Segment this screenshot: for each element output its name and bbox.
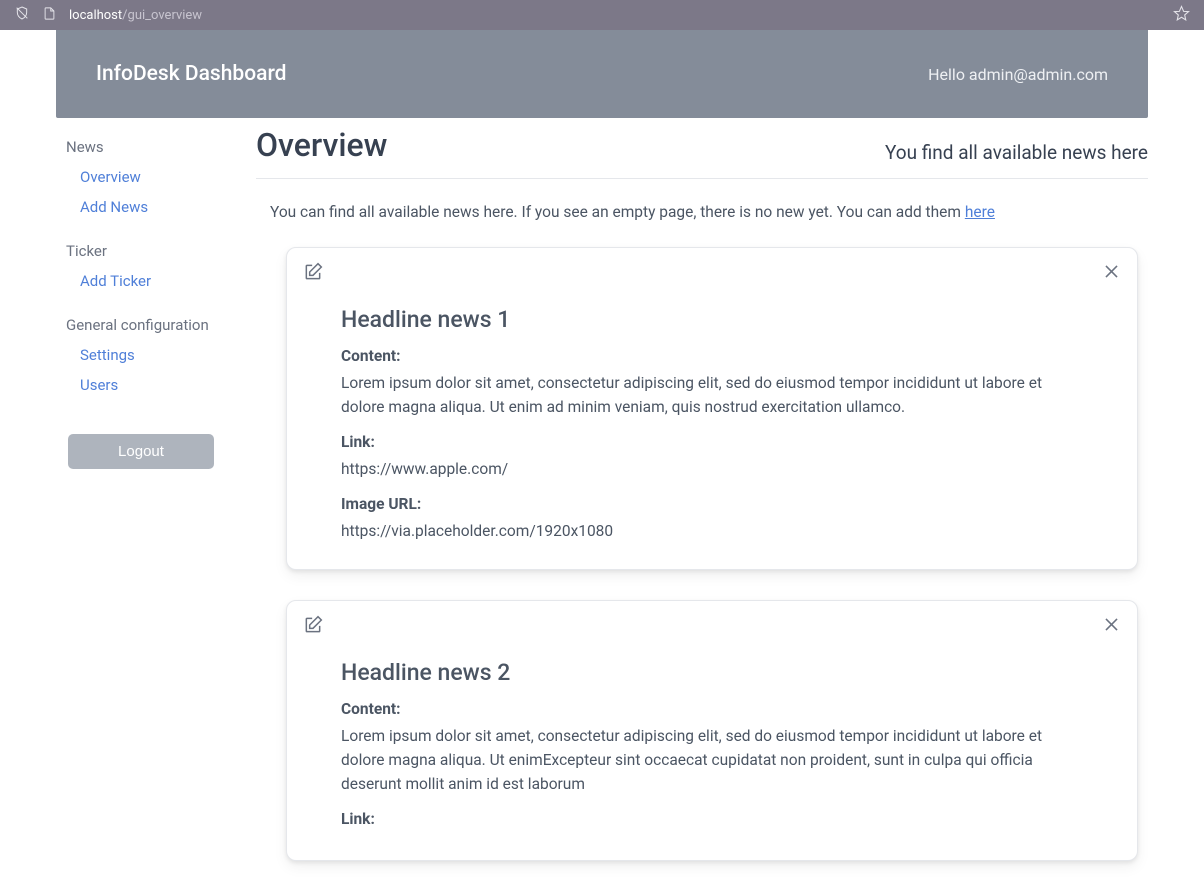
url-text[interactable]: localhost/gui_overview: [69, 8, 202, 23]
close-icon[interactable]: [1102, 615, 1121, 638]
sidebar-group-general: General configuration: [66, 316, 246, 334]
url-host: localhost: [69, 8, 122, 23]
news-content: Lorem ipsum dolor sit amet, consectetur …: [341, 371, 1083, 419]
intro-text: You can find all available news here. If…: [270, 203, 1148, 221]
page-icon: [42, 6, 57, 25]
close-icon[interactable]: [1102, 262, 1121, 285]
news-image-url: https://via.placeholder.com/1920x1080: [341, 519, 1083, 543]
label-link: Link:: [341, 433, 1083, 451]
label-content: Content:: [341, 700, 1083, 718]
user-greeting: Hello admin@admin.com: [928, 65, 1108, 84]
page-title: Overview: [256, 126, 387, 164]
news-card: Headline news 2 Content: Lorem ipsum dol…: [286, 600, 1138, 861]
page-subtitle: You find all available news here: [885, 141, 1148, 164]
bookmark-star-icon[interactable]: [1173, 5, 1190, 26]
browser-address-bar: localhost/gui_overview: [0, 0, 1204, 30]
app-title: InfoDesk Dashboard: [96, 62, 287, 86]
intro-here-link[interactable]: here: [965, 203, 995, 221]
sidebar-item-overview[interactable]: Overview: [80, 162, 246, 192]
sidebar-group-ticker: Ticker: [66, 242, 246, 260]
shield-off-icon: [14, 5, 30, 25]
news-headline: Headline news 1: [341, 306, 1083, 333]
news-headline: Headline news 2: [341, 659, 1083, 686]
sidebar-item-add-ticker[interactable]: Add Ticker: [80, 266, 246, 296]
label-content: Content:: [341, 347, 1083, 365]
sidebar-item-settings[interactable]: Settings: [80, 340, 246, 370]
edit-icon[interactable]: [303, 262, 323, 286]
edit-icon[interactable]: [303, 615, 323, 639]
sidebar-group-news: News: [66, 138, 246, 156]
url-path: /gui_overview: [122, 8, 202, 23]
label-image-url: Image URL:: [341, 495, 1083, 513]
app-header: InfoDesk Dashboard Hello admin@admin.com: [56, 30, 1148, 118]
news-content: Lorem ipsum dolor sit amet, consectetur …: [341, 724, 1083, 796]
sidebar-item-users[interactable]: Users: [80, 370, 246, 400]
intro-prefix: You can find all available news here. If…: [270, 203, 965, 221]
news-link: https://www.apple.com/: [341, 457, 1083, 481]
main-content: Overview You find all available news her…: [256, 126, 1148, 891]
label-link: Link:: [341, 810, 1083, 828]
news-card: Headline news 1 Content: Lorem ipsum dol…: [286, 247, 1138, 570]
logout-button[interactable]: Logout: [68, 434, 214, 469]
sidebar: News Overview Add News Ticker Add Ticker…: [56, 126, 256, 891]
sidebar-item-add-news[interactable]: Add News: [80, 192, 246, 222]
